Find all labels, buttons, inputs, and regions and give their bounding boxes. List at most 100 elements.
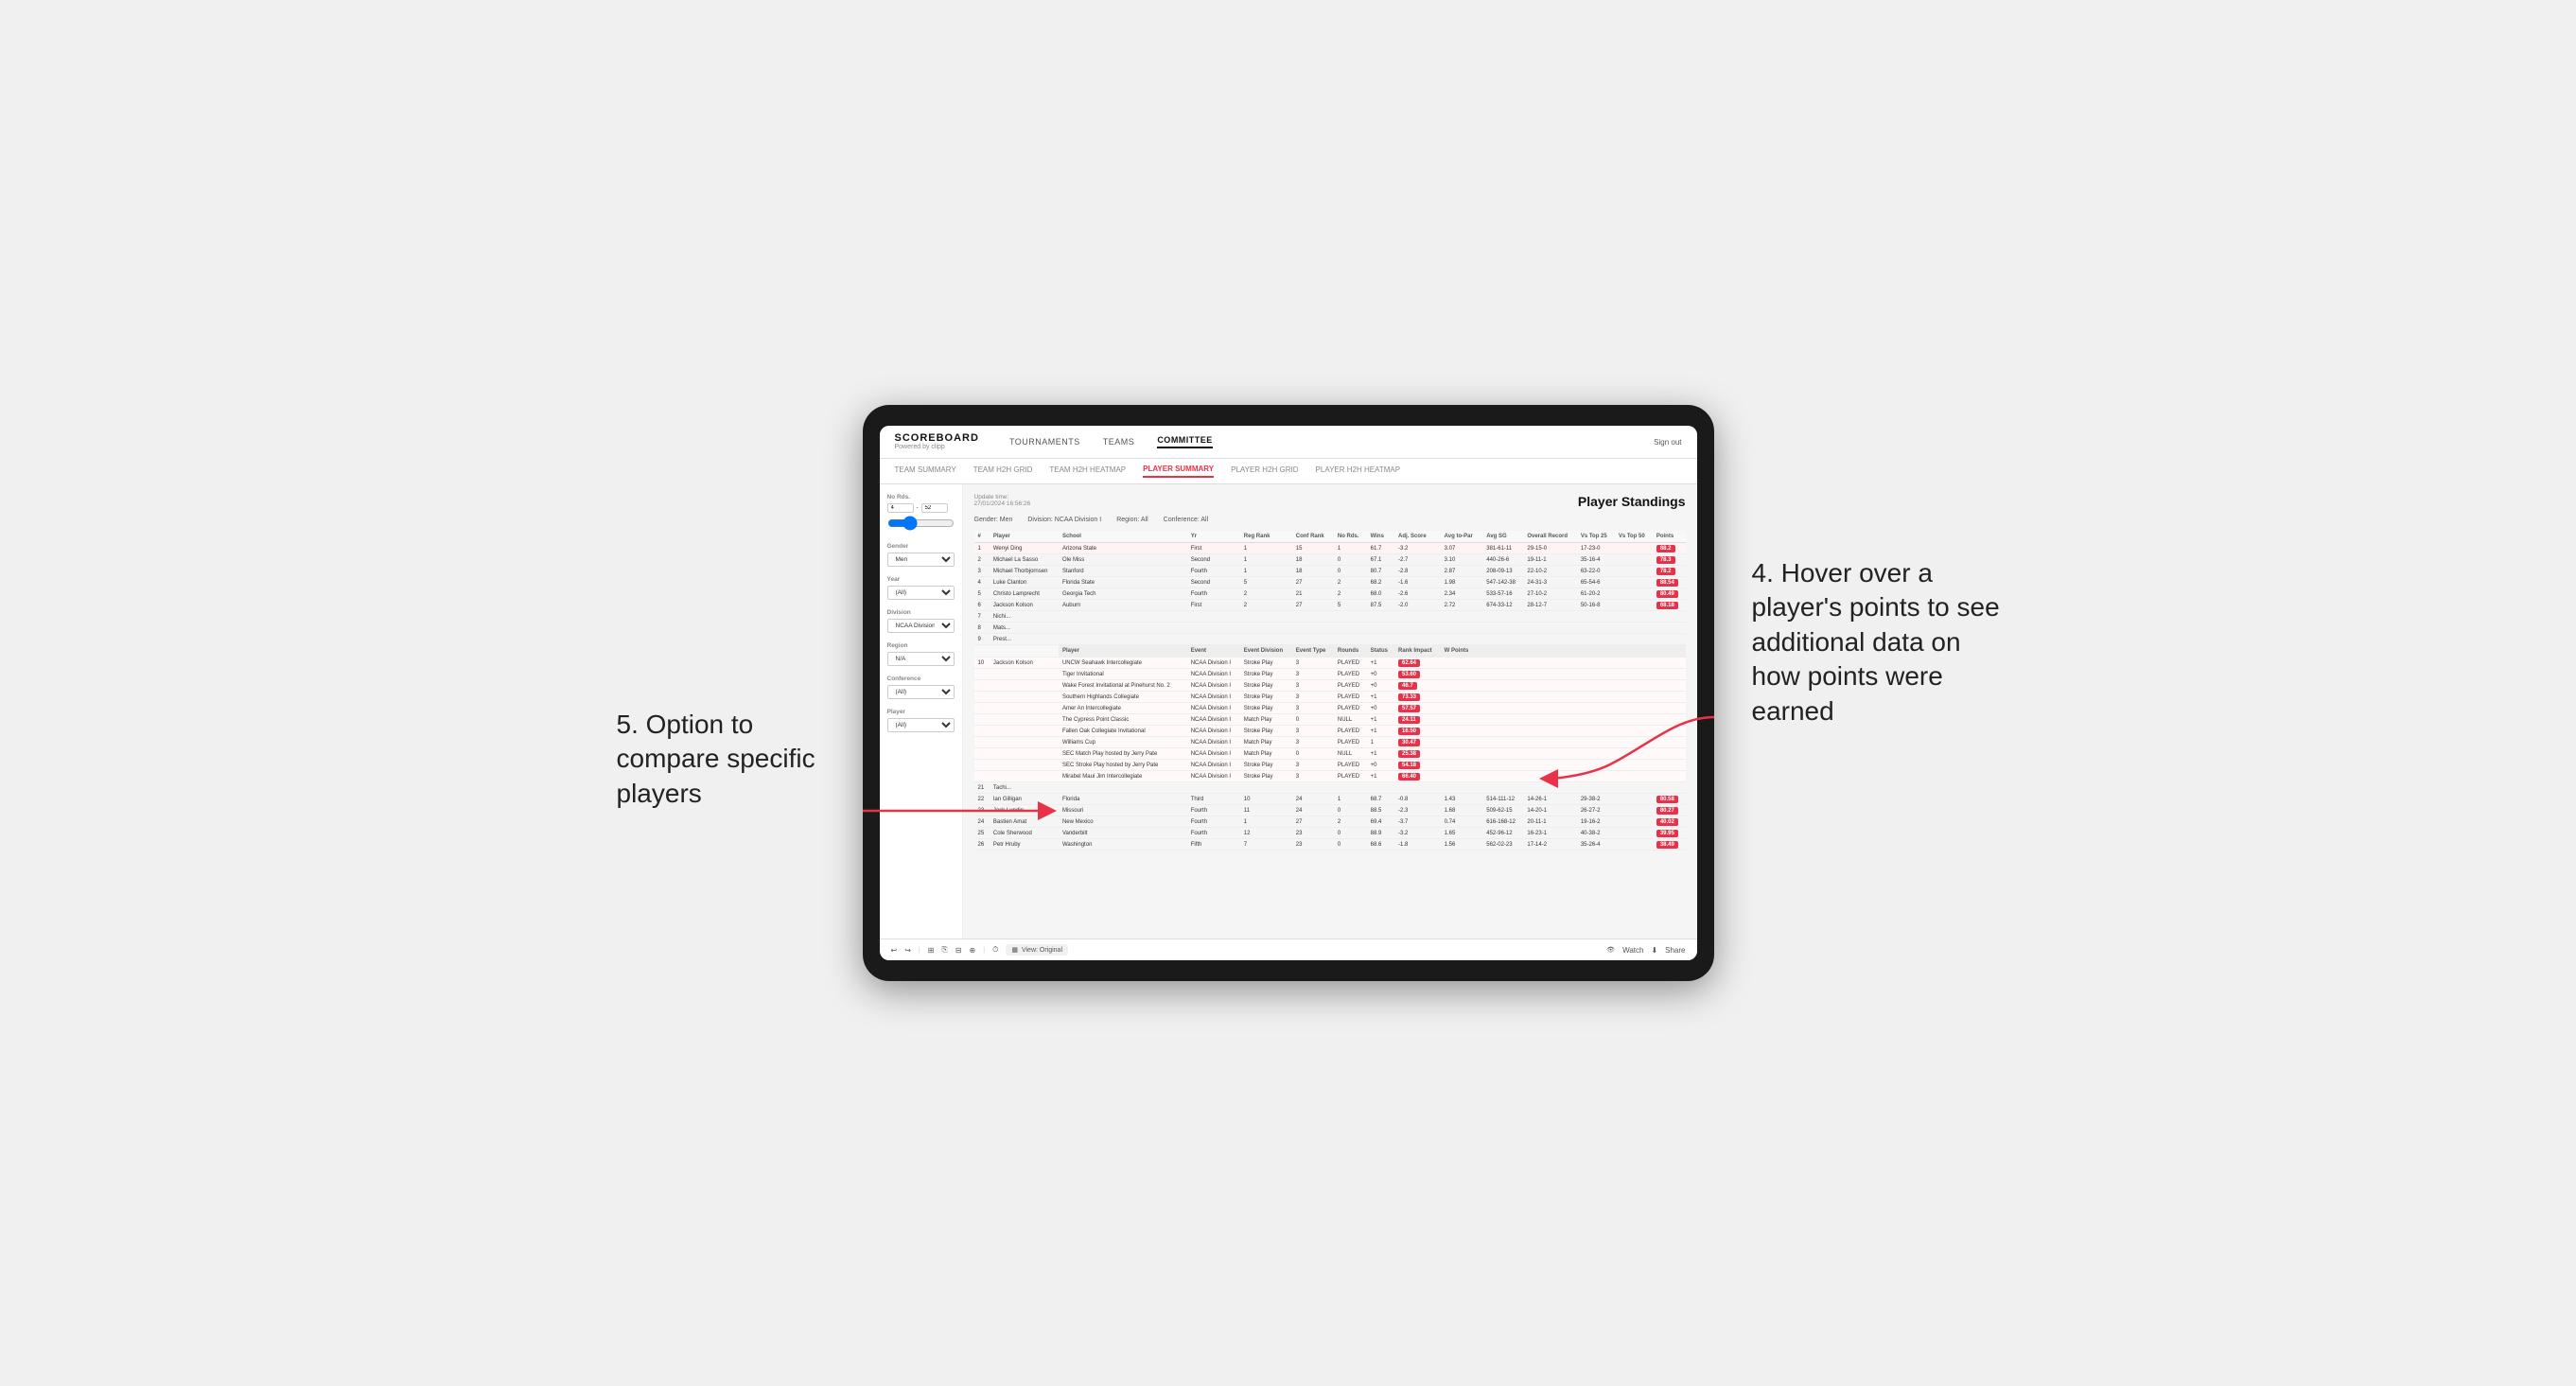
no-rds-slider[interactable] <box>887 516 955 531</box>
sub-nav-player-h2h-grid[interactable]: PLAYER H2H GRID <box>1231 465 1298 477</box>
no-rds-min-input[interactable] <box>887 503 914 513</box>
th-yr: Yr <box>1187 531 1240 543</box>
standings-table: # Player School Yr Reg Rank Conf Rank No… <box>974 531 1686 851</box>
tablet-screen: SCOREBOARD Powered by clipp TOURNAMENTS … <box>880 426 1697 960</box>
download-btn[interactable]: ⬇ <box>1651 946 1657 955</box>
sub-nav-team-h2h-grid[interactable]: TEAM H2H GRID <box>973 465 1033 477</box>
table-row[interactable]: 2Michael La SassoOle MissSecond118067.1-… <box>974 554 1686 566</box>
sub-nav-team-summary[interactable]: TEAM SUMMARY <box>895 465 956 477</box>
sidebar-gender: Gender Men Women <box>887 543 955 567</box>
update-time-block: Update time: 27/01/2024 16:56:26 <box>974 494 1031 507</box>
sidebar-player: Player (All) <box>887 709 955 732</box>
sidebar-conference: Conference (All) <box>887 675 955 699</box>
points-badge[interactable]: 88.54 <box>1656 579 1678 587</box>
table-row[interactable]: 8Mats... <box>974 623 1686 634</box>
w-points-badge[interactable]: 24.11 <box>1398 716 1420 724</box>
w-points-badge[interactable]: 62.64 <box>1398 659 1420 667</box>
nav-committee[interactable]: COMMITTEE <box>1157 435 1213 448</box>
dash-btn[interactable]: ⊟ <box>955 946 962 955</box>
watch-btn[interactable]: Watch <box>1622 946 1643 955</box>
w-points-badge[interactable]: 73.33 <box>1398 693 1420 701</box>
sep1: | <box>919 947 920 954</box>
points-badge[interactable]: 80.58 <box>1656 796 1678 803</box>
copy-btn[interactable]: ⎘ <box>941 945 947 955</box>
points-badge[interactable]: 78.3 <box>1656 556 1675 564</box>
nav-teams[interactable]: TEAMS <box>1103 437 1135 447</box>
sub-nav-player-h2h-heatmap[interactable]: PLAYER H2H HEATMAP <box>1316 465 1401 477</box>
gender-label: Gender <box>887 543 955 550</box>
sidebar-region: Region N/A <box>887 642 955 666</box>
table-row[interactable]: 25Cole SherwoodVanderbiltFourth1223088.9… <box>974 828 1686 839</box>
tooltip-data-row: 10Jackson KolsonUNCW Seahawk Intercolleg… <box>974 658 1686 669</box>
player-select[interactable]: (All) <box>887 718 955 732</box>
annotation-bottom-left: 5. Option to compare specific players <box>617 708 834 811</box>
clock-btn[interactable]: ⏱ <box>992 945 998 955</box>
points-badge[interactable]: 80.27 <box>1656 807 1678 815</box>
points-badge[interactable]: 39.95 <box>1656 830 1678 837</box>
tooltip-data-row: Williams CupNCAA Division IMatch Play3PL… <box>974 737 1686 748</box>
table-row[interactable]: 22Ian GilliganFloridaThird1024168.7-0.81… <box>974 794 1686 805</box>
w-points-badge[interactable]: 53.60 <box>1398 671 1420 678</box>
view-icon: ▦ <box>1011 946 1018 954</box>
w-points-badge[interactable]: 30.47 <box>1398 739 1420 746</box>
annotation-top-right: 4. Hover over a player's points to see a… <box>1752 556 2017 728</box>
th-reg-rank: Reg Rank <box>1240 531 1292 543</box>
division-label: Division <box>887 609 955 616</box>
th-num: # <box>974 531 990 543</box>
th-no-rds: No Rds. <box>1334 531 1367 543</box>
table-row[interactable]: 21Tachi... <box>974 782 1686 794</box>
table-row[interactable]: 3Michael ThorbjornsenStanfordFourth11808… <box>974 566 1686 577</box>
points-badge[interactable]: 38.49 <box>1656 841 1678 849</box>
redo-btn[interactable]: ↪ <box>904 946 911 955</box>
undo-btn[interactable]: ↩ <box>891 946 898 955</box>
tooltip-data-row: Mirabel Maui Jim IntercollegiateNCAA Div… <box>974 771 1686 782</box>
w-points-badge[interactable]: 46.7 <box>1398 682 1417 690</box>
table-row[interactable]: 7Nichi... <box>974 611 1686 623</box>
filter-row: Gender: Men Division: NCAA Division I Re… <box>974 517 1686 523</box>
standings-title: Player Standings <box>1578 494 1686 509</box>
points-badge[interactable]: 88.2 <box>1656 545 1675 553</box>
points-badge[interactable]: 68.18 <box>1656 602 1678 609</box>
sub-nav-team-h2h-heatmap[interactable]: TEAM H2H HEATMAP <box>1049 465 1126 477</box>
w-points-badge[interactable]: 57.57 <box>1398 705 1420 712</box>
division-select[interactable]: NCAA Division I <box>887 619 955 633</box>
table-row[interactable]: 5Christo LamprechtGeorgia TechFourth2212… <box>974 588 1686 600</box>
sidebar-division: Division NCAA Division I <box>887 609 955 633</box>
grid-btn[interactable]: ⊞ <box>928 946 935 955</box>
nav-tournaments[interactable]: TOURNAMENTS <box>1009 437 1080 447</box>
region-select[interactable]: N/A <box>887 652 955 666</box>
points-badge[interactable]: 78.2 <box>1656 568 1675 575</box>
w-points-badge[interactable]: 25.38 <box>1398 750 1420 758</box>
conference-select[interactable]: (All) <box>887 685 955 699</box>
table-row[interactable]: 9Prest... <box>974 634 1686 645</box>
w-points-badge[interactable]: 54.18 <box>1398 762 1420 769</box>
sidebar-year: Year (All) <box>887 576 955 600</box>
w-points-badge[interactable]: 66.40 <box>1398 773 1420 781</box>
tooltip-data-row: SEC Match Play hosted by Jerry PateNCAA … <box>974 748 1686 760</box>
table-row[interactable]: 24Bastien AmatNew MexicoFourth127269.4-3… <box>974 816 1686 828</box>
w-points-badge[interactable]: 16.50 <box>1398 728 1420 735</box>
sign-out-link[interactable]: Sign out <box>1654 438 1681 447</box>
right-panel: Update time: 27/01/2024 16:56:26 Player … <box>963 484 1697 939</box>
points-badge[interactable]: 40.02 <box>1656 818 1678 826</box>
view-original-btn[interactable]: ▦ View: Original <box>1006 944 1068 956</box>
th-adj-score: Adj. Score <box>1394 531 1441 543</box>
year-select[interactable]: (All) <box>887 586 955 600</box>
no-rds-max-input[interactable] <box>921 503 948 513</box>
table-row[interactable]: 23Jack LundinMissouriFourth1124088.5-2.3… <box>974 805 1686 816</box>
no-rds-range: - <box>887 503 955 513</box>
table-row[interactable]: 4Luke ClantonFlorida StateSecond527268.2… <box>974 577 1686 588</box>
tooltip-data-row: Wake Forest Invitational at Pinehurst No… <box>974 680 1686 692</box>
points-badge[interactable]: 80.49 <box>1656 590 1678 598</box>
table-row[interactable]: 26Petr HrubyWashingtonFifth723068.6-1.81… <box>974 839 1686 851</box>
th-conf-rank: Conf Rank <box>1292 531 1334 543</box>
gender-select[interactable]: Men Women <box>887 553 955 567</box>
table-row[interactable]: 6Jackson KolsonAuburnFirst227587.5-2.02.… <box>974 600 1686 611</box>
th-player: Player <box>990 531 1059 543</box>
share-btn[interactable]: Share <box>1665 946 1685 955</box>
sep2: | <box>983 947 985 954</box>
range-separator: - <box>917 505 919 511</box>
plus-btn[interactable]: ⊕ <box>970 946 976 955</box>
table-row[interactable]: 1Wenyi DingArizona StateFirst115161.7-3.… <box>974 543 1686 554</box>
sub-nav-player-summary[interactable]: PLAYER SUMMARY <box>1143 465 1214 478</box>
